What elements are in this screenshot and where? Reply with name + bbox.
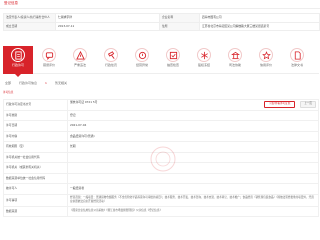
tab-inspection[interactable]: 抽查检查 (158, 46, 188, 74)
table-row: 成立日期 2013-07-11 住所 江苏省北京市海淀区某公司解放路大厦三楼某街… (3, 21, 320, 31)
filter-bar: 全部 行政许可信息 1 暂无相关 (3, 80, 319, 88)
detail-label: 有效期限（至） (3, 141, 68, 153)
alert-icon (138, 51, 147, 60)
detail-label: 许可日期 (3, 120, 68, 132)
detail-value (67, 172, 319, 184)
detail-value: 《国家企业信用信息公示系统》《浙江省市场监督管理局》公示信息《登记信息》 (67, 205, 319, 217)
filter-count-badge: 1 (45, 81, 47, 85)
table-row: 行政许可决定书文号 浙杭许可证 0721 5号 下载/查看许可证照 上一页 (3, 99, 319, 111)
tab-label: 严重违法 (73, 63, 86, 67)
table-row: 数据来源 《国家企业信用信息公示系统》《浙江省市场监督管理局》公示信息《登记信息… (3, 205, 319, 217)
tab-freeze[interactable]: 股权冻结 (189, 46, 219, 74)
section-title: 许可信息 (3, 91, 14, 94)
detail-value: 2021-07-04 (67, 120, 319, 132)
table-row: 许可日期 2021-07-04 (3, 120, 319, 132)
table-row: 法定代表人/投资人/执行事务合伙人 仁湖求宇律 企业名称 四海市国有公司 (3, 13, 320, 23)
tab-violation[interactable]: 严重违法 (65, 46, 95, 74)
detail-value: 登记 (67, 109, 319, 121)
top-bar: 登记信息 (0, 0, 320, 9)
gavel-icon (107, 51, 115, 59)
download-permit-button[interactable]: 下载/查看许可证照 (263, 101, 296, 109)
document-icon (294, 51, 301, 60)
info-value: 2013-07-11 (55, 21, 160, 31)
freeze-icon (201, 51, 208, 60)
filter-status: 暂无相关 (55, 81, 68, 85)
detail-value: 经营范围：一般项目：普通货物仓储服务（不含危险化学品等需许可审批的项目）；技术服… (67, 193, 319, 207)
watermark-logo (150, 146, 176, 172)
detail-label: 许可机关统一社会信用代码 (3, 151, 68, 163)
filter-all[interactable]: 全部 (5, 82, 11, 85)
basic-info-table: 法定代表人/投资人/执行事务合伙人 仁湖求宇律 企业名称 四海市国有公司 成立日… (3, 13, 320, 31)
detail-value: 长期 (67, 141, 319, 153)
tab-credit-rating[interactable]: 信用评价 (251, 46, 281, 74)
detail-value: 一般经营者 (67, 183, 319, 195)
tab-label: 经营异常 (135, 63, 148, 67)
tab-label: 股权冻结 (197, 63, 210, 67)
detail-label: 数据来源 (3, 205, 68, 217)
table-row: 许可内容 食品经营许可(普通) (3, 130, 319, 142)
filter-permit-info[interactable]: 行政许可信息 (19, 82, 37, 85)
tab-label: 抽查检查 (166, 63, 179, 67)
tab-label: 司法协助 (228, 63, 241, 67)
rating-icon (262, 51, 271, 60)
category-tabs: 行政许可 错误评价 严重违法 行政处罚 经营异常 抽查检查 股权冻结 司法协助 … (3, 46, 319, 77)
detail-label: 行政许可决定书文号 (3, 99, 68, 111)
detail-value (67, 151, 319, 163)
detail-label: 被许可人 (3, 183, 68, 195)
tab-label: 信用评价 (259, 63, 272, 67)
detail-label: 许可内容 (3, 130, 68, 142)
info-label: 企业名称 (159, 13, 200, 23)
comment-icon (45, 52, 54, 60)
permit-number: 浙杭许可证 0721 5号 (70, 100, 98, 105)
court-icon (231, 51, 240, 60)
tab-penalty[interactable]: 行政处罚 (96, 46, 126, 74)
detail-label: 数据来源单位统一社会信用代码 (3, 172, 68, 184)
tab-label: 法律文书 (290, 63, 303, 67)
table-row: 许可事项 经营范围：一般项目：普通货物仓储服务（不含危险化学品等需许可审批的项目… (3, 193, 319, 207)
detail-value (67, 162, 319, 174)
table-row: 被许可人 一般经营者 (3, 183, 319, 195)
tab-judicial[interactable]: 司法协助 (220, 46, 250, 74)
tab-label: 行政许可 (11, 63, 24, 67)
info-label: 法定代表人/投资人/执行事务合伙人 (3, 13, 56, 23)
check-icon (169, 51, 178, 60)
warning-icon (76, 51, 85, 60)
page-title: 登记信息 (4, 1, 18, 5)
info-value: 江苏省北京市海淀区某公司解放路大厦三楼某街道某号 (199, 21, 320, 31)
detail-label: 许可机关（或其他有关机关） (3, 162, 68, 174)
info-value: 仁湖求宇律 (55, 13, 160, 23)
info-value: 四海市国有公司 (199, 13, 320, 23)
tab-abnormal[interactable]: 经营异常 (127, 46, 157, 74)
tab-legal-docs[interactable]: 法律文书 (282, 46, 312, 74)
info-label: 成立日期 (3, 21, 56, 31)
detail-label: 许可类别 (3, 109, 68, 121)
detail-value: 食品经营许可(普通) (67, 130, 319, 142)
permit-icon (15, 51, 22, 60)
detail-value: 浙杭许可证 0721 5号 下载/查看许可证照 上一页 (67, 99, 319, 111)
detail-label: 许可事项 (3, 193, 68, 207)
tab-label: 行政处罚 (104, 63, 117, 67)
table-row: 许可类别 登记 (3, 109, 319, 121)
tab-label: 错误评价 (42, 63, 55, 67)
tab-comment[interactable]: 错误评价 (34, 46, 64, 74)
info-label: 住所 (159, 21, 200, 31)
previous-button[interactable]: 上一页 (300, 101, 316, 109)
tab-permit[interactable]: 行政许可 (3, 46, 33, 77)
table-row: 数据来源单位统一社会信用代码 (3, 172, 319, 184)
